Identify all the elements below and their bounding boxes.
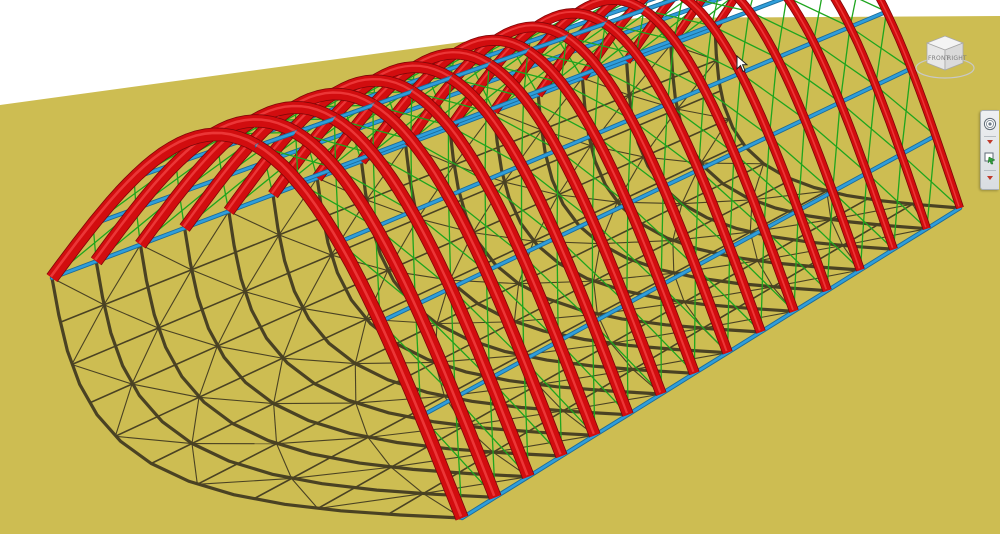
navigation-bar <box>980 110 999 190</box>
scene-canvas[interactable] <box>0 0 1000 534</box>
3d-viewport[interactable]: FRONT RIGHT <box>0 0 1000 534</box>
view-cube[interactable]: FRONT RIGHT <box>914 32 976 80</box>
view-cube-right-label: RIGHT <box>947 55 967 62</box>
shadow-brace <box>273 402 356 405</box>
nav-separator <box>984 170 996 171</box>
zoom-icon[interactable] <box>983 151 997 165</box>
shadow-brace <box>354 363 357 404</box>
nav-separator <box>984 136 996 137</box>
nav-dropdown-icon[interactable] <box>983 139 997 145</box>
nav-dropdown-icon[interactable] <box>983 175 997 181</box>
steering-wheel-icon[interactable] <box>983 117 997 131</box>
